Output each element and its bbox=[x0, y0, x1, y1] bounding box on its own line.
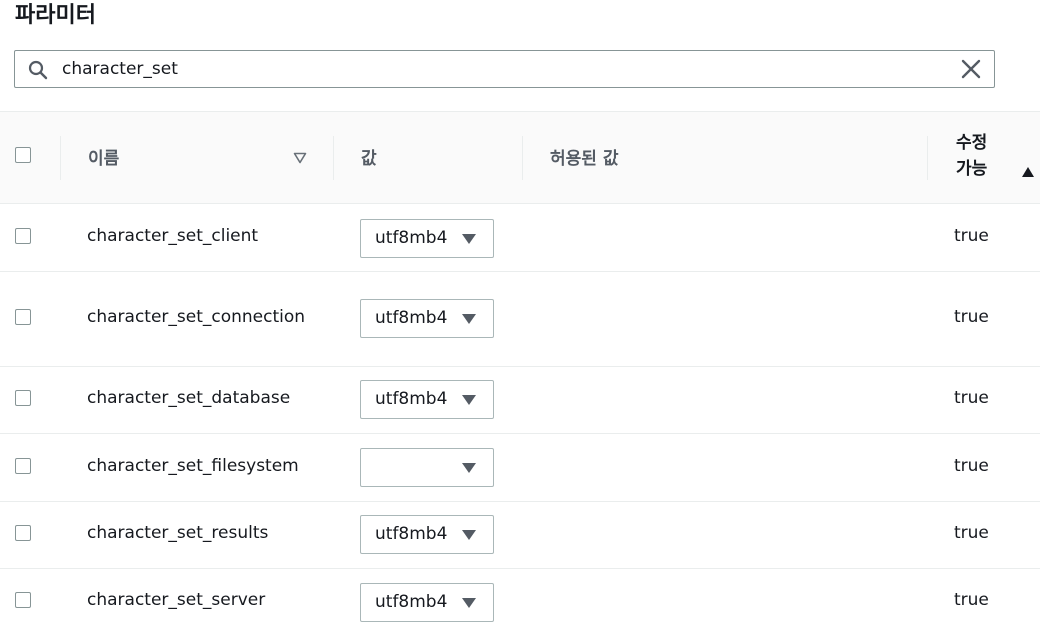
sort-descending-icon[interactable] bbox=[293, 152, 307, 164]
row-checkbox[interactable] bbox=[15, 525, 31, 541]
value-select[interactable]: utf8mb4 bbox=[360, 515, 494, 554]
row-checkbox[interactable] bbox=[15, 228, 31, 244]
parameter-name: character_set_filesystem bbox=[87, 456, 299, 476]
modifiable-value: true bbox=[954, 388, 989, 408]
caret-down-icon bbox=[462, 598, 476, 608]
parameter-name: character_set_database bbox=[87, 388, 291, 408]
close-icon[interactable] bbox=[960, 58, 982, 80]
value-select-text: utf8mb4 bbox=[375, 524, 448, 544]
column-divider bbox=[522, 136, 523, 180]
caret-down-icon bbox=[462, 530, 476, 540]
table-row[interactable]: character_set_filesystem true bbox=[0, 434, 1040, 502]
caret-down-icon bbox=[462, 234, 476, 244]
table-row[interactable]: character_set_client utf8mb4 true bbox=[0, 204, 1040, 272]
column-divider bbox=[927, 136, 928, 180]
column-header-allowed-values[interactable]: 허용된 값 bbox=[550, 144, 618, 169]
modifiable-value: true bbox=[954, 456, 989, 476]
modifiable-value: true bbox=[954, 307, 989, 327]
table-header: 이름 값 허용된 값 수정 가능 bbox=[0, 111, 1040, 204]
search-icon bbox=[28, 60, 48, 80]
sort-ascending-icon[interactable] bbox=[1021, 166, 1035, 178]
column-header-name[interactable]: 이름 bbox=[88, 144, 119, 169]
column-header-modifiable-line1: 수정 bbox=[956, 133, 988, 153]
caret-down-icon bbox=[462, 314, 476, 324]
column-divider bbox=[60, 136, 61, 180]
select-all-checkbox[interactable] bbox=[15, 147, 31, 163]
parameter-name: character_set_client bbox=[87, 226, 259, 246]
value-select[interactable]: utf8mb4 bbox=[360, 299, 494, 338]
value-select-text: utf8mb4 bbox=[375, 228, 448, 248]
table-row[interactable]: character_set_results utf8mb4 true bbox=[0, 502, 1040, 569]
column-header-modifiable-line2: 가능 bbox=[956, 159, 988, 179]
value-select-text: utf8mb4 bbox=[375, 592, 448, 612]
table-row[interactable]: character_set_connection utf8mb4 true bbox=[0, 272, 1040, 367]
column-header-modifiable[interactable]: 수정 가능 bbox=[956, 130, 987, 182]
page-title: 파라미터 bbox=[15, 3, 96, 28]
search-input[interactable] bbox=[62, 51, 942, 87]
table-row[interactable]: character_set_database utf8mb4 true bbox=[0, 367, 1040, 434]
modifiable-value: true bbox=[954, 523, 989, 543]
parameter-name: character_set_connection bbox=[87, 307, 306, 327]
row-checkbox[interactable] bbox=[15, 458, 31, 474]
value-select-text: utf8mb4 bbox=[375, 308, 448, 328]
value-select[interactable]: utf8mb4 bbox=[360, 583, 494, 622]
value-select[interactable]: utf8mb4 bbox=[360, 219, 494, 258]
caret-down-icon bbox=[462, 463, 476, 473]
caret-down-icon bbox=[462, 395, 476, 405]
column-divider bbox=[333, 136, 334, 180]
value-select[interactable] bbox=[360, 448, 494, 487]
modifiable-value: true bbox=[954, 590, 989, 610]
value-select[interactable]: utf8mb4 bbox=[360, 380, 494, 419]
row-checkbox[interactable] bbox=[15, 390, 31, 406]
search-box[interactable] bbox=[14, 50, 995, 88]
value-select-text: utf8mb4 bbox=[375, 389, 448, 409]
modifiable-value: true bbox=[954, 226, 989, 246]
parameter-name: character_set_server bbox=[87, 590, 266, 610]
row-checkbox[interactable] bbox=[15, 309, 31, 325]
column-header-value[interactable]: 값 bbox=[361, 144, 377, 169]
row-checkbox[interactable] bbox=[15, 592, 31, 608]
parameter-name: character_set_results bbox=[87, 523, 269, 543]
table-row[interactable]: character_set_server utf8mb4 true bbox=[0, 569, 1040, 630]
